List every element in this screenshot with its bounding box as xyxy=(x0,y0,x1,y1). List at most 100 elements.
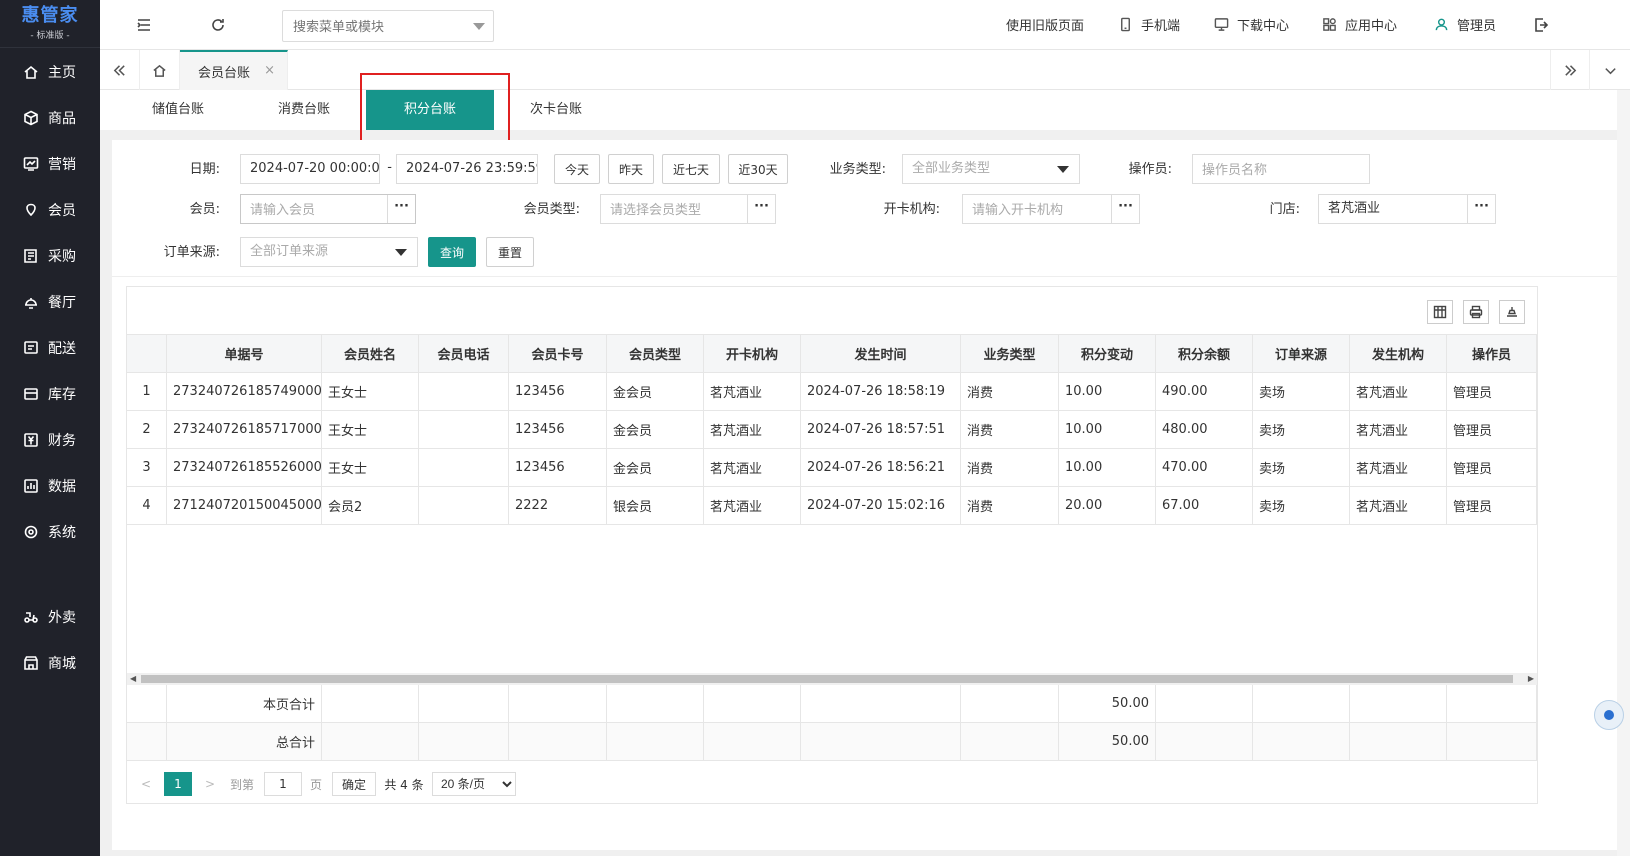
menu-search-input[interactable] xyxy=(283,11,453,41)
tab-member-ledger[interactable]: 会员台账 × xyxy=(180,50,288,90)
table-row[interactable]: 4 2712407201500450001 会员2 2222 银会员 茗芃酒业 2024-0… xyxy=(127,487,1537,525)
subtab-times-card[interactable]: 次卡台账 xyxy=(492,90,620,130)
query-button[interactable]: 查询 xyxy=(428,237,476,267)
column-header-order-source[interactable]: 订单来源 xyxy=(1253,335,1350,372)
sidebar-item-12[interactable]: 商城 xyxy=(0,643,100,683)
column-header-points-change[interactable]: 积分变动 xyxy=(1059,335,1156,372)
store-picker-button[interactable]: ··· xyxy=(1467,195,1495,223)
member-field[interactable]: ··· xyxy=(240,194,416,224)
pagination: < 1 > 到第 1 页 确定 共 4 条 20 条/页 xyxy=(126,764,1538,804)
sidebar-item-9[interactable]: 数据 xyxy=(0,466,100,506)
member-type-picker-button[interactable]: ··· xyxy=(747,195,775,223)
sidebar-item-label: 商城 xyxy=(48,656,76,672)
column-header-operator[interactable]: 操作员 xyxy=(1447,335,1537,372)
member-type-field[interactable]: ··· xyxy=(600,194,776,224)
card-org-label: 开卡机构: xyxy=(883,202,940,217)
tab-options-chevron-icon[interactable] xyxy=(1590,50,1630,90)
prev-page-button[interactable]: < xyxy=(138,772,154,796)
page-size-select[interactable]: 20 条/页 xyxy=(432,772,516,796)
sidebar-item-11[interactable]: 外卖 xyxy=(0,597,100,637)
order-source-select[interactable]: 全部订单来源 xyxy=(240,237,418,267)
table-row[interactable]: 3 2732407261855260001 王女士 123456 金会员 茗芃酒业 2024… xyxy=(127,449,1537,487)
menu-collapse-icon[interactable] xyxy=(133,14,155,36)
date-end-field[interactable]: 2024-07-26 23:59:59 xyxy=(396,154,538,184)
sidebar-item-label: 配送 xyxy=(48,341,76,357)
sidebar-item-4[interactable]: 采购 xyxy=(0,236,100,276)
column-header-member-name[interactable]: 会员姓名 xyxy=(322,335,419,372)
last-30-days-button[interactable]: 近30天 xyxy=(728,154,788,184)
column-header-doc-no[interactable]: 单据号 xyxy=(167,335,322,372)
table-row[interactable]: 1 2732407261857490003 王女士 123456 金会员 茗芃酒业 2024… xyxy=(127,373,1537,411)
logout-icon[interactable] xyxy=(1530,14,1552,36)
member-picker-button[interactable]: ··· xyxy=(387,195,415,223)
store-field[interactable]: 茗芃酒业 ··· xyxy=(1318,194,1496,224)
card-org-field[interactable]: ··· xyxy=(962,194,1140,224)
download-center-label: 下载中心 xyxy=(1237,19,1290,34)
date-start-field[interactable]: 2024-07-20 00:00:00 xyxy=(240,154,380,184)
scroll-left-arrow-icon[interactable]: ◀ xyxy=(130,674,136,683)
column-header-org[interactable]: 发生机构 xyxy=(1350,335,1447,372)
app-center-link[interactable]: 应用中心 xyxy=(1322,15,1397,34)
cell-points-balance: 490.00 xyxy=(1156,373,1253,410)
member-input[interactable] xyxy=(250,195,388,223)
column-header-biz-type[interactable]: 业务类型 xyxy=(961,335,1059,372)
close-icon[interactable]: × xyxy=(264,63,275,78)
table-row[interactable]: 2 2732407261857170002 王女士 123456 金会员 茗芃酒业 2024… xyxy=(127,411,1537,449)
sidebar-item-1[interactable]: 商品 xyxy=(0,98,100,138)
total-cell-empty xyxy=(704,723,801,760)
next-page-button[interactable]: > xyxy=(202,772,218,796)
column-header-time[interactable]: 发生时间 xyxy=(801,335,961,372)
sidebar-item-5[interactable]: 餐厅 xyxy=(0,282,100,322)
mobile-link[interactable]: 手机端 xyxy=(1118,15,1180,34)
scroll-tabs-right-icon[interactable] xyxy=(1550,50,1590,90)
sidebar-item-0[interactable]: 主页 xyxy=(0,52,100,92)
sidebar-item-3[interactable]: 会员 xyxy=(0,190,100,230)
download-center-link[interactable]: 下载中心 xyxy=(1214,15,1289,34)
column-header-member-type[interactable]: 会员类型 xyxy=(607,335,704,372)
total-points-change: 50.00 xyxy=(1059,723,1156,760)
old-page-link[interactable]: 使用旧版页面 xyxy=(1006,15,1084,34)
subtab-consumption[interactable]: 消费台账 xyxy=(240,90,368,130)
scroll-tabs-left-icon[interactable] xyxy=(100,50,140,90)
sidebar-item-2[interactable]: 营销 xyxy=(0,144,100,184)
menu-search-select[interactable] xyxy=(282,10,494,42)
user-menu[interactable]: 管理员 xyxy=(1434,15,1496,34)
sidebar-item-8[interactable]: 财务 xyxy=(0,420,100,460)
column-header-member-phone[interactable]: 会员电话 xyxy=(419,335,509,372)
total-points-change: 50.00 xyxy=(1059,685,1156,722)
column-header-points-balance[interactable]: 积分余额 xyxy=(1156,335,1253,372)
member-type-input[interactable] xyxy=(610,195,748,223)
operator-field[interactable] xyxy=(1192,154,1370,184)
scrollbar-thumb[interactable] xyxy=(141,675,1513,683)
card-org-input[interactable] xyxy=(972,195,1112,223)
last-7-days-button[interactable]: 近七天 xyxy=(662,154,720,184)
goto-page-input[interactable]: 1 xyxy=(264,772,302,796)
assistant-bubble-icon[interactable] xyxy=(1594,700,1624,730)
goto-confirm-button[interactable]: 确定 xyxy=(332,772,376,796)
export-icon[interactable] xyxy=(1499,300,1525,324)
yesterday-button[interactable]: 昨天 xyxy=(608,154,654,184)
sidebar-item-6[interactable]: 配送 xyxy=(0,328,100,368)
print-icon[interactable] xyxy=(1463,300,1489,324)
today-button[interactable]: 今天 xyxy=(554,154,600,184)
reset-button[interactable]: 重置 xyxy=(486,237,534,267)
scroll-right-arrow-icon[interactable]: ▶ xyxy=(1528,674,1534,683)
biz-type-select[interactable]: 全部业务类型 xyxy=(902,154,1080,184)
home-tab-icon[interactable] xyxy=(140,50,180,90)
refresh-icon[interactable] xyxy=(207,14,229,36)
column-header-card-org[interactable]: 开卡机构 xyxy=(704,335,801,372)
card-org-picker-button[interactable]: ··· xyxy=(1111,195,1139,223)
column-settings-icon[interactable] xyxy=(1427,300,1453,324)
page-scrollbar[interactable] xyxy=(1617,90,1630,856)
operator-input[interactable] xyxy=(1202,155,1369,183)
cell-operator: 管理员 xyxy=(1447,449,1537,486)
sidebar-item-7[interactable]: 库存 xyxy=(0,374,100,414)
current-page[interactable]: 1 xyxy=(164,772,192,796)
subtab-stored-value[interactable]: 储值台账 xyxy=(114,90,242,130)
total-cell-empty xyxy=(1156,685,1253,722)
cell-member-type: 金会员 xyxy=(607,373,704,410)
column-header-row-index[interactable] xyxy=(127,335,167,372)
column-header-member-card-no[interactable]: 会员卡号 xyxy=(509,335,607,372)
horizontal-scrollbar[interactable]: ◀ ▶ xyxy=(127,673,1537,685)
sidebar-item-10[interactable]: 系统 xyxy=(0,512,100,552)
